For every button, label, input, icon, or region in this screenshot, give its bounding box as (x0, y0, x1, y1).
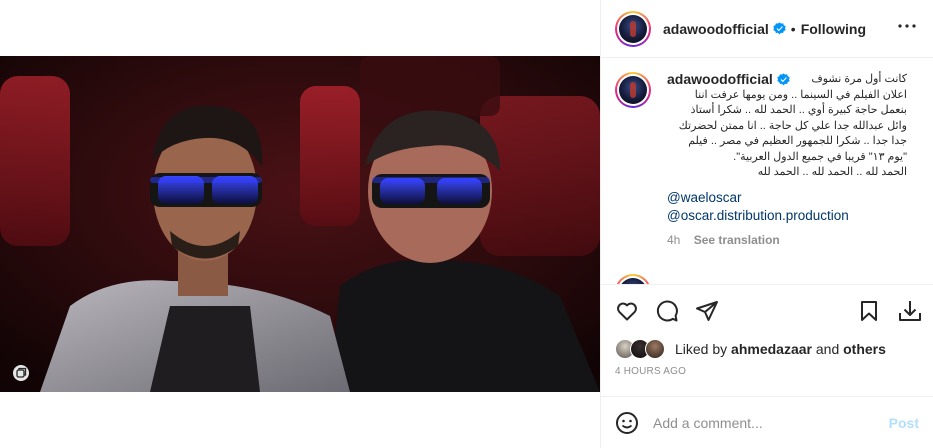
caption-username[interactable]: adawoodofficial (667, 70, 773, 88)
instagram-post-modal: adawoodofficial • Following adawoodoffic… (0, 0, 933, 448)
caption-age[interactable]: 4h (667, 233, 680, 247)
post-sidebar: adawoodofficial • Following adawoodoffic… (600, 0, 933, 448)
mention-link[interactable]: @oscar.distribution.production (667, 207, 907, 225)
post-photo[interactable] (0, 56, 600, 392)
caption-avatar[interactable] (615, 72, 651, 108)
post-header: adawoodofficial • Following (601, 0, 933, 58)
comments-section: adawoodofficial كانت أول مرة نشوف اعلان … (601, 58, 933, 284)
liker-username[interactable]: ahmedazaar (731, 341, 812, 357)
mention-link[interactable]: @waeloscar (667, 189, 907, 207)
post-timestamp[interactable]: 4 HOURS AGO (601, 366, 933, 384)
post-media (0, 0, 600, 448)
avatar (645, 339, 665, 359)
likes-row: Liked by ahmedazaar and others (601, 336, 933, 362)
others-link[interactable]: others (843, 341, 886, 357)
separator-dot: • (790, 20, 796, 37)
caption-text: كانت أول مرة نشوف اعلان الفيلم في السينم… (667, 72, 907, 181)
caption-line: اعلان الفيلم في السينما .. ومن يومها عرف… (694, 88, 907, 101)
caption-line: وائل عبدالله جدا علي كل حاجة .. انا ممتن… (678, 119, 907, 132)
comment-input[interactable]: Add a comment... (653, 415, 889, 431)
caption-body: adawoodofficial كانت أول مرة نشوف اعلان … (667, 70, 907, 249)
caption-meta: 4h See translation (667, 231, 907, 249)
caption-line: "يوم ١٣" قريبا في جميع الدول العربية". (733, 150, 907, 163)
action-bar (601, 284, 933, 336)
avatar[interactable] (615, 10, 651, 47)
save-icon[interactable] (857, 299, 881, 323)
see-translation-link[interactable]: See translation (694, 233, 780, 247)
share-icon[interactable] (695, 299, 719, 323)
liker-avatars[interactable] (615, 339, 667, 359)
next-comment-avatar[interactable] (615, 274, 651, 284)
add-comment-bar: Add a comment... Post (601, 396, 933, 448)
multi-image-icon (12, 364, 30, 382)
caption-line: بنعمل حاجة كبيرة أوي .. الحمد لله .. شكر… (690, 104, 907, 116)
comment-icon[interactable] (655, 299, 679, 323)
caption-line: الحمد لله .. الحمد لله .. الحمد لله (757, 166, 907, 178)
verified-icon (777, 72, 790, 85)
emoji-icon[interactable] (615, 411, 639, 435)
liked-by-label: Liked by (675, 341, 728, 357)
more-icon[interactable] (895, 14, 919, 43)
caption: adawoodofficial كانت أول مرة نشوف اعلان … (615, 70, 919, 249)
verified-icon (773, 22, 786, 35)
post-comment-button[interactable]: Post (889, 415, 919, 431)
username-link[interactable]: adawoodofficial (663, 21, 769, 37)
download-icon[interactable] (897, 298, 923, 324)
caption-line: جدا جدا .. شكرا للجمهور العظيم في مصر ..… (688, 135, 907, 147)
heart-icon[interactable] (615, 299, 639, 323)
following-button[interactable]: Following (801, 21, 866, 37)
and-label: and (815, 341, 840, 357)
